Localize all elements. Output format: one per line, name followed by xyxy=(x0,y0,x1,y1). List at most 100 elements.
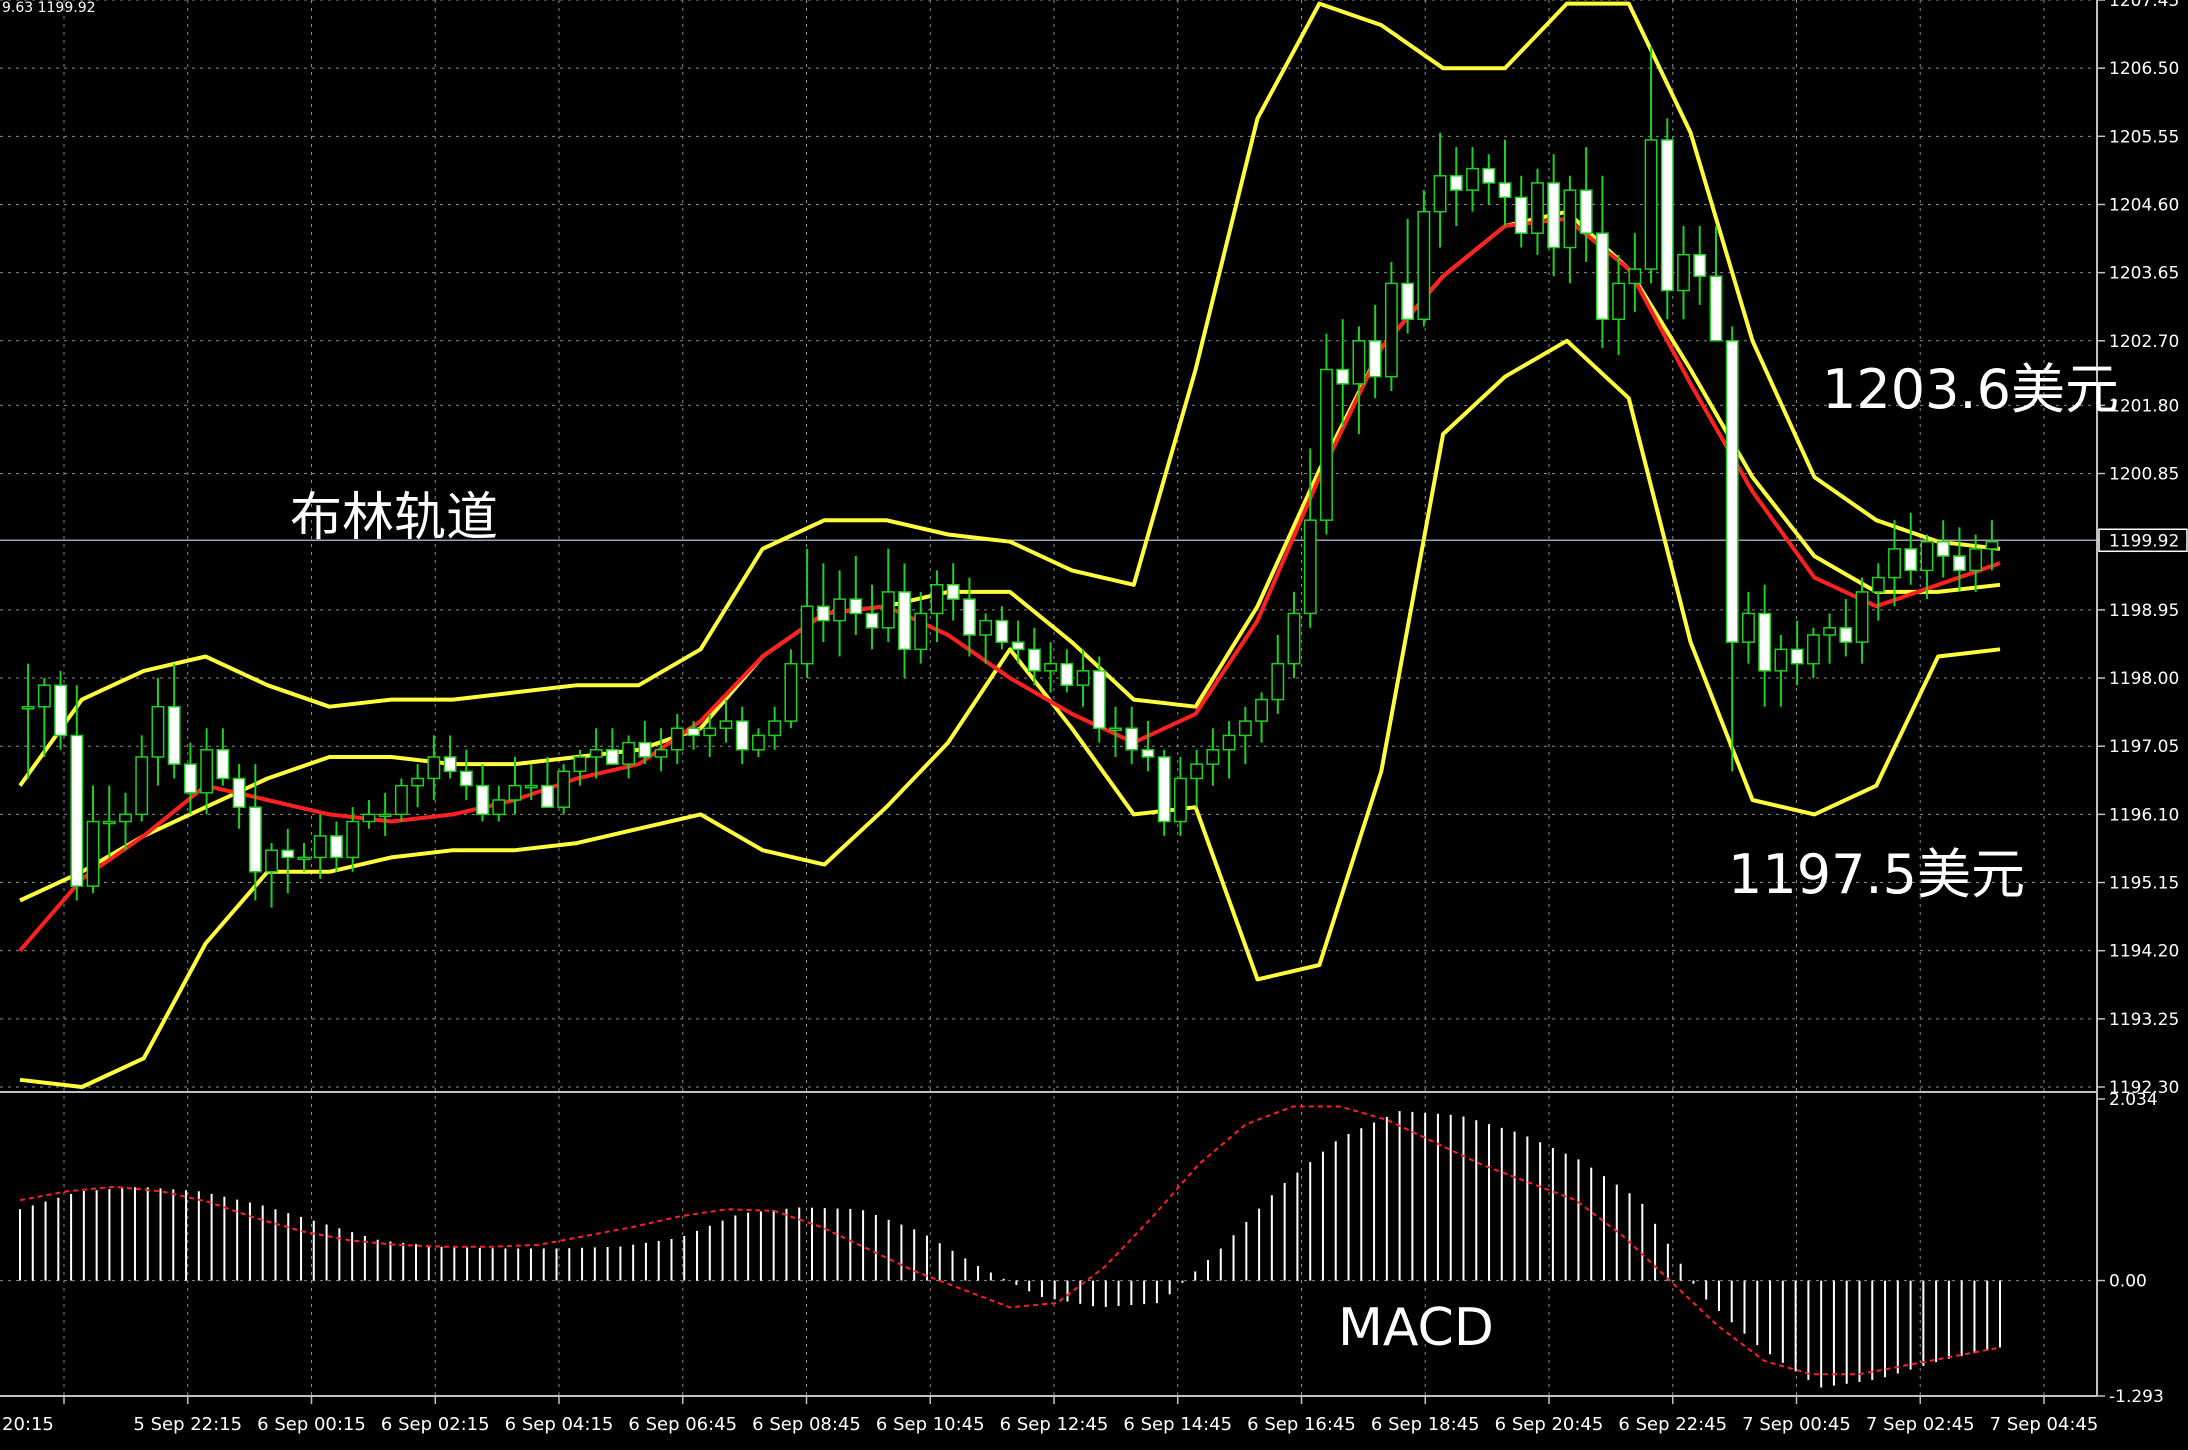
x-tick-label: 6 Sep 16:45 xyxy=(1247,1414,1356,1435)
macd-pane xyxy=(0,1091,2097,1388)
candle-body xyxy=(1531,182,1544,234)
annotation-upper-price: 1203.6美元 xyxy=(1822,358,2119,421)
candle-body xyxy=(427,756,441,780)
candle-body xyxy=(573,756,587,773)
annotation-macd: MACD xyxy=(1338,1298,1494,1358)
candle-body xyxy=(865,612,879,629)
x-tick-label: 7 Sep 00:45 xyxy=(1742,1414,1851,1435)
candle-body xyxy=(1303,519,1317,615)
candle-body xyxy=(979,619,993,636)
y-tick-label: 1202.70 xyxy=(2109,332,2179,352)
candle-body xyxy=(605,749,619,765)
x-tick-label: 7 Sep 04:45 xyxy=(1990,1414,2099,1435)
candle-body xyxy=(200,749,214,794)
candle-body xyxy=(1742,612,1755,643)
candle-body xyxy=(557,770,571,808)
candle-body xyxy=(1871,576,1885,593)
candle-body xyxy=(37,684,51,708)
candle-body xyxy=(1514,196,1528,234)
candle-body xyxy=(622,741,636,765)
candle-body xyxy=(833,598,847,622)
candle-body xyxy=(281,849,295,859)
candle-body xyxy=(265,849,278,873)
candle-body xyxy=(881,591,895,629)
x-tick-label: 6 Sep 10:45 xyxy=(876,1414,985,1435)
candle-body xyxy=(1060,662,1074,686)
x-tick-label: 6 Sep 00:15 xyxy=(257,1414,366,1435)
y-tick-label: 1194.20 xyxy=(2109,942,2179,962)
macd-y-tick-label: -1.293 xyxy=(2109,1387,2164,1407)
candle-body xyxy=(962,598,976,636)
candle-body xyxy=(1774,648,1788,672)
candle-body xyxy=(1855,591,1869,643)
candle-body xyxy=(1011,641,1025,651)
x-tick-label: 20:15 xyxy=(2,1414,54,1435)
candle-body xyxy=(703,727,717,737)
candle-body xyxy=(508,784,522,801)
candle-body xyxy=(1985,540,1999,550)
y-tick-label: 1205.55 xyxy=(2109,127,2179,147)
candle-body xyxy=(1579,189,1593,234)
candle-body xyxy=(735,720,749,751)
y-tick-label: 1199.92 xyxy=(2109,531,2179,551)
candle-body xyxy=(54,684,68,737)
candle-body xyxy=(346,820,360,859)
candle-body xyxy=(1709,275,1723,342)
y-tick-label: 1197.05 xyxy=(2109,737,2179,757)
macd-y-tick-label: 2.034 xyxy=(2109,1090,2158,1110)
y-tick-label: 1193.25 xyxy=(2109,1010,2179,1030)
candle-body xyxy=(687,727,700,737)
y-tick-label: 1201.80 xyxy=(2109,396,2179,416)
candle-body xyxy=(476,784,489,816)
candle-body xyxy=(800,605,814,665)
annotation-bollinger: 布林轨道 xyxy=(290,488,498,548)
macd-signal-line xyxy=(19,1105,2001,1376)
y-tick-label: 1206.50 xyxy=(2109,59,2179,79)
candle-body xyxy=(654,749,668,758)
candle-body xyxy=(167,705,181,765)
candle-body xyxy=(1449,175,1463,191)
annotation-lower-price: 1197.5美元 xyxy=(1728,843,2025,906)
candle-body xyxy=(1498,182,1512,199)
candle-body xyxy=(1368,340,1382,378)
candle-body xyxy=(1125,727,1139,751)
candle-body xyxy=(1417,210,1431,321)
candle-body xyxy=(1725,340,1739,643)
candle-body xyxy=(1466,167,1479,191)
candle-body xyxy=(1677,253,1690,292)
candle-body xyxy=(394,784,408,816)
candle-body xyxy=(1888,548,1901,579)
x-tick-label: 6 Sep 04:15 xyxy=(505,1414,614,1435)
chart-canvas: 1207.45 1206.50 1205.55 1204.60 1203.65 1202.… xyxy=(0,0,2188,1435)
candle-body xyxy=(1806,634,1820,665)
annotations: 布林轨道 1203.6美元 1197.5美元 MACD xyxy=(290,358,2119,1358)
candle-body xyxy=(1336,368,1350,385)
x-tick-label: 6 Sep 12:45 xyxy=(1000,1414,1109,1435)
candle-body xyxy=(1823,627,1837,636)
candle-body xyxy=(119,813,132,823)
candle-body xyxy=(313,835,327,859)
candle-body xyxy=(1790,648,1804,665)
candle-body xyxy=(1693,253,1707,277)
y-tick-label: 1200.85 xyxy=(2109,465,2179,485)
candle-body xyxy=(719,720,733,730)
candle-body xyxy=(1076,670,1090,686)
candle-body xyxy=(849,598,863,615)
candle-body xyxy=(784,662,798,722)
candle-body xyxy=(752,734,765,751)
candle-body xyxy=(589,749,603,758)
candle-body xyxy=(362,813,376,823)
candle-body xyxy=(102,820,116,825)
candle-body xyxy=(524,784,538,789)
y-tick-label: 1195.15 xyxy=(2109,874,2179,894)
x-tick-label: 6 Sep 02:15 xyxy=(381,1414,490,1435)
candle-body xyxy=(1563,189,1577,249)
candle-body xyxy=(1255,698,1268,722)
candle-body xyxy=(1044,662,1058,672)
y-tick-label: 1203.65 xyxy=(2109,264,2179,284)
candle-body xyxy=(1433,175,1447,213)
bollinger-middle xyxy=(19,209,2001,903)
candle-body xyxy=(21,705,35,710)
candle-body xyxy=(1027,648,1041,672)
x-tick-label: 6 Sep 08:45 xyxy=(752,1414,861,1435)
